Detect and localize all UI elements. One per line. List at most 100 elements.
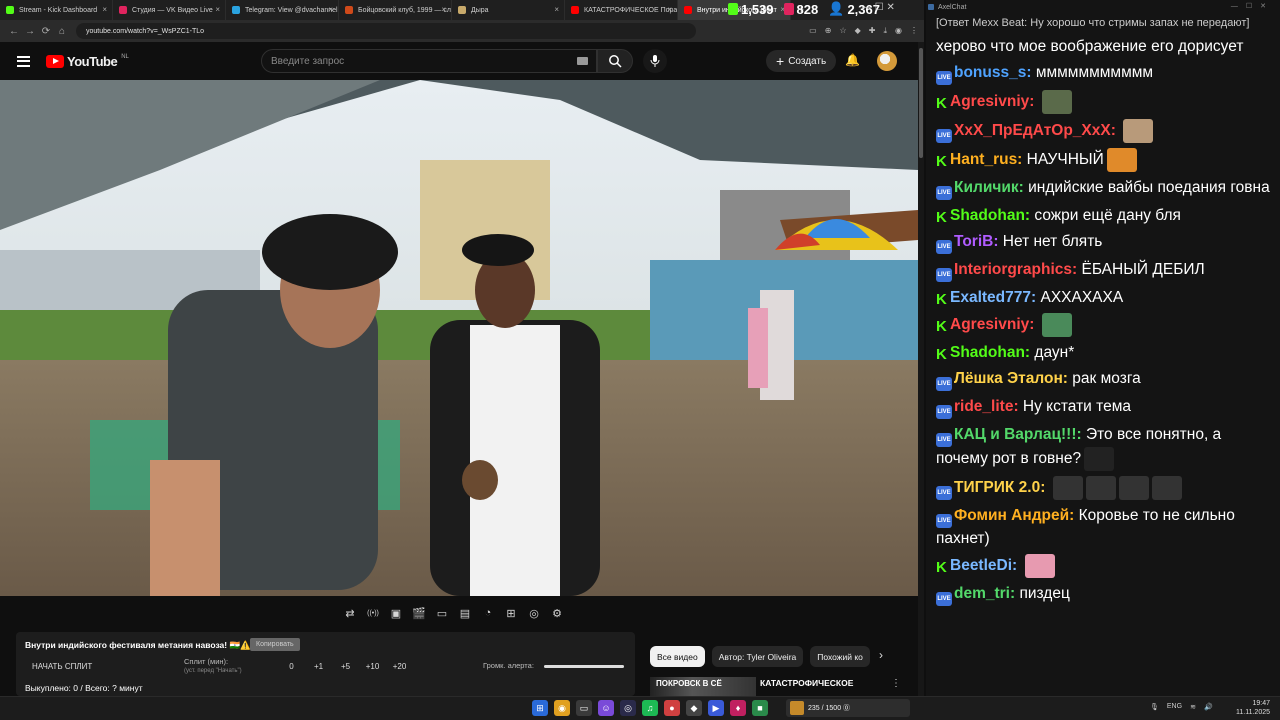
- frame-icon[interactable]: ▭: [434, 605, 450, 621]
- app-icon-9[interactable]: ♦: [730, 700, 746, 716]
- subtitles-icon[interactable]: ▤: [457, 605, 473, 621]
- chat-nickname[interactable]: Hant_rus:: [950, 151, 1022, 168]
- avatar[interactable]: [877, 51, 897, 71]
- chat-nickname[interactable]: bonuss_s:: [954, 64, 1032, 81]
- browser-tab[interactable]: Бойцовский клуб, 1999 — сл ×: [339, 0, 452, 20]
- add-10-button[interactable]: +10: [359, 662, 386, 671]
- chat-nickname[interactable]: Shadohan:: [950, 344, 1030, 361]
- copy-button[interactable]: Копировать: [250, 638, 300, 651]
- chat-message: LIVE ToriB: Нет нет блять: [936, 231, 1276, 255]
- app-icon-10[interactable]: ■: [752, 700, 768, 716]
- camera-icon[interactable]: ◎: [526, 605, 542, 621]
- settings-icon[interactable]: ⚙: [549, 605, 565, 621]
- chip-author[interactable]: Автор: Tyler Oliveira: [711, 646, 804, 667]
- mic-tray-icon[interactable]: 🎙: [1150, 703, 1159, 711]
- explorer-icon[interactable]: ▭: [576, 700, 592, 716]
- browser-tab[interactable]: КАТАСТРОФИЧЕСКОЕ Пора ×: [565, 0, 678, 20]
- video-player[interactable]: [0, 80, 918, 596]
- chat-window-controls[interactable]: —☐✕: [1231, 2, 1274, 10]
- extension-icon[interactable]: ◆: [855, 26, 861, 36]
- chat-nickname[interactable]: Agresivniy:: [950, 316, 1034, 333]
- clapper-icon[interactable]: 🎬: [411, 605, 427, 621]
- chat-nickname[interactable]: ride_lite:: [954, 398, 1019, 415]
- speed-icon[interactable]: ◔: [480, 605, 496, 621]
- chat-nickname[interactable]: Фомин Андрей:: [954, 507, 1074, 524]
- download-icon[interactable]: ⤓: [883, 26, 887, 36]
- chip-similar[interactable]: Похожий ко: [810, 646, 870, 667]
- keyboard-icon[interactable]: [577, 57, 588, 65]
- profile-icon[interactable]: ◉: [895, 26, 902, 36]
- obs-icon[interactable]: ●: [664, 700, 680, 716]
- spotify-icon[interactable]: ♫: [642, 700, 658, 716]
- browser-tab[interactable]: Дыра ×: [452, 0, 565, 20]
- discord-icon[interactable]: ☺: [598, 700, 614, 716]
- add-1-button[interactable]: +1: [305, 662, 332, 671]
- chat-nickname[interactable]: Interiorgraphics:: [954, 261, 1077, 278]
- more-options-icon[interactable]: ⋮: [891, 678, 901, 689]
- search-input[interactable]: Введите запрос: [261, 49, 597, 73]
- start-split-button[interactable]: НАЧАТЬ СПЛИТ: [32, 662, 92, 671]
- add-20-button[interactable]: +20: [386, 662, 413, 671]
- voice-search-button[interactable]: [643, 49, 667, 73]
- tab-close-icon[interactable]: ×: [667, 5, 672, 14]
- split-value[interactable]: 0: [278, 662, 305, 671]
- window-controls[interactable]: — ☐ ✕: [862, 2, 895, 13]
- app-icon-8[interactable]: ▶: [708, 700, 724, 716]
- browser-tab[interactable]: Студия — VK Видео Live ×: [113, 0, 226, 20]
- home-icon[interactable]: ⌂: [54, 26, 70, 37]
- tab-close-icon[interactable]: ×: [102, 5, 107, 14]
- chat-nickname[interactable]: XxX_ПрЕдАтОр_XxX:: [954, 122, 1116, 139]
- puzzle-icon[interactable]: ✚: [869, 26, 876, 36]
- browser-tab[interactable]: Stream - Kick Dashboard ×: [0, 0, 113, 20]
- steam-icon[interactable]: ◎: [620, 700, 636, 716]
- reload-icon[interactable]: ⟳: [38, 26, 54, 37]
- chip-all-videos[interactable]: Все видео: [650, 646, 705, 667]
- search-button[interactable]: [597, 49, 633, 73]
- recommended-title[interactable]: КАТАСТРОФИЧЕСКОЕ: [760, 678, 853, 688]
- menu-icon[interactable]: ⋮: [910, 26, 918, 36]
- media-widget[interactable]: 235 / 1500 ⓪: [786, 699, 910, 717]
- zoom-icon[interactable]: ⊕: [825, 26, 832, 36]
- tab-close-icon[interactable]: ×: [215, 5, 220, 14]
- menu-burger-icon[interactable]: [17, 55, 30, 67]
- cast-icon[interactable]: ▭: [809, 26, 817, 36]
- clock[interactable]: 19:47 11.11.2025: [1236, 699, 1270, 717]
- chat-nickname[interactable]: Exalted777:: [950, 289, 1036, 306]
- tab-close-icon[interactable]: ×: [328, 5, 333, 14]
- chat-nickname[interactable]: КАЦ и Варлац!!!:: [954, 426, 1082, 443]
- back-icon[interactable]: ←: [6, 26, 22, 37]
- chat-nickname[interactable]: BeetleDi:: [950, 557, 1017, 574]
- tab-close-icon[interactable]: ×: [554, 5, 559, 14]
- chat-nickname[interactable]: Киличик:: [954, 179, 1024, 196]
- app-icon-7[interactable]: ◆: [686, 700, 702, 716]
- browser-tab[interactable]: Telegram: View @dvachannel ×: [226, 0, 339, 20]
- volume-icon[interactable]: 🔊: [1204, 703, 1213, 711]
- start-icon[interactable]: ⊞: [532, 700, 548, 716]
- chevron-right-icon[interactable]: ›: [879, 648, 883, 662]
- scrollbar-thumb[interactable]: [919, 48, 923, 158]
- screen-record-icon[interactable]: ▣: [388, 605, 404, 621]
- youtube-logo[interactable]: YouTube NL: [46, 54, 129, 69]
- create-button[interactable]: + Создать: [766, 50, 837, 72]
- chat-nickname[interactable]: dem_tri:: [954, 585, 1015, 602]
- page-scrollbar[interactable]: [918, 42, 924, 696]
- wifi-icon[interactable]: ≋: [1190, 703, 1196, 711]
- keyboard-language[interactable]: ENG: [1167, 703, 1182, 711]
- star-icon[interactable]: ☆: [839, 26, 846, 36]
- broadcast-icon[interactable]: ((•)): [365, 605, 381, 621]
- notifications-bell-icon[interactable]: 🔔: [845, 53, 860, 67]
- url-field[interactable]: youtube.com/watch?v=_WsPZC1-TLo: [76, 23, 696, 39]
- chat-nickname[interactable]: Shadohan:: [950, 207, 1030, 224]
- chat-nickname[interactable]: ТИГРИК 2.0:: [954, 479, 1045, 496]
- chrome-icon[interactable]: ◉: [554, 700, 570, 716]
- chat-nickname[interactable]: Agresivniy:: [950, 93, 1034, 110]
- forward-icon[interactable]: →: [22, 26, 38, 37]
- add-5-button[interactable]: +5: [332, 662, 359, 671]
- chat-nickname[interactable]: Лёшка Эталон:: [954, 370, 1068, 387]
- recommended-thumbnail[interactable]: ПОКРОВСК В СЁ: [650, 677, 756, 696]
- chat-nickname[interactable]: ToriB:: [954, 233, 998, 250]
- alert-volume-slider[interactable]: [544, 665, 624, 668]
- loop-icon[interactable]: ⇄: [342, 605, 358, 621]
- add-icon[interactable]: ⊞: [503, 605, 519, 621]
- tab-close-icon[interactable]: ×: [441, 5, 446, 14]
